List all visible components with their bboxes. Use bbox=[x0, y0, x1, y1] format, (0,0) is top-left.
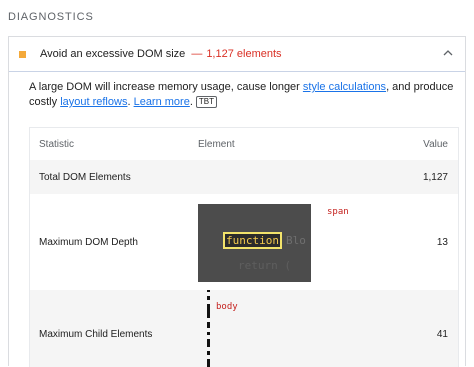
layout-reflows-link[interactable]: layout reflows bbox=[60, 96, 127, 108]
code-text: Blo bbox=[285, 234, 306, 247]
style-calculations-link[interactable]: style calculations bbox=[303, 81, 386, 93]
warning-status-icon bbox=[19, 50, 26, 58]
table-header: Statistic Element Value bbox=[30, 128, 458, 160]
metric-tag: TBT bbox=[195, 96, 218, 108]
description-text: . bbox=[189, 96, 193, 108]
column-header-value: Value bbox=[423, 139, 448, 150]
table-row: Total DOM Elements 1,127 bbox=[30, 160, 458, 194]
audit-display-value: 1,127 elements bbox=[206, 48, 282, 60]
table-row: Maximum Child Elements body 41 bbox=[30, 290, 458, 367]
statistic-value: 13 bbox=[436, 237, 448, 248]
element-screenshot[interactable] bbox=[207, 290, 210, 367]
description-text: A large DOM will increase memory usage, … bbox=[29, 81, 303, 93]
learn-more-link[interactable]: Learn more bbox=[134, 96, 190, 108]
statistic-label: Maximum DOM Depth bbox=[39, 237, 138, 248]
column-header-statistic: Statistic bbox=[39, 139, 75, 150]
statistic-value: 1,127 bbox=[422, 172, 448, 183]
audit-header[interactable]: Avoid an excessive DOM size — 1,127 elem… bbox=[9, 37, 465, 72]
element-screenshot[interactable]: function Blo return ( bbox=[198, 204, 311, 282]
highlighted-node: function bbox=[223, 232, 282, 249]
code-line: return ( bbox=[238, 259, 291, 272]
audit-title: Avoid an excessive DOM size bbox=[40, 48, 186, 60]
statistic-label: Total DOM Elements bbox=[39, 172, 131, 183]
element-node-label[interactable]: body bbox=[216, 302, 238, 312]
statistic-value: 41 bbox=[436, 329, 448, 340]
code-line: function Blo bbox=[223, 232, 306, 249]
column-header-element: Element bbox=[198, 139, 235, 150]
audit-separator: — bbox=[191, 48, 203, 60]
statistic-label: Maximum Child Elements bbox=[39, 329, 153, 340]
audit-dom-size: Avoid an excessive DOM size — 1,127 elem… bbox=[8, 36, 466, 367]
chevron-up-icon[interactable] bbox=[441, 46, 455, 60]
section-title: DIAGNOSTICS bbox=[8, 11, 94, 23]
audit-description: A large DOM will increase memory usage, … bbox=[29, 80, 459, 110]
table-row: Maximum DOM Depth function Blo return ( s… bbox=[30, 194, 458, 290]
element-node-label[interactable]: span bbox=[327, 207, 349, 217]
details-table: Statistic Element Value Total DOM Elemen… bbox=[29, 127, 459, 367]
